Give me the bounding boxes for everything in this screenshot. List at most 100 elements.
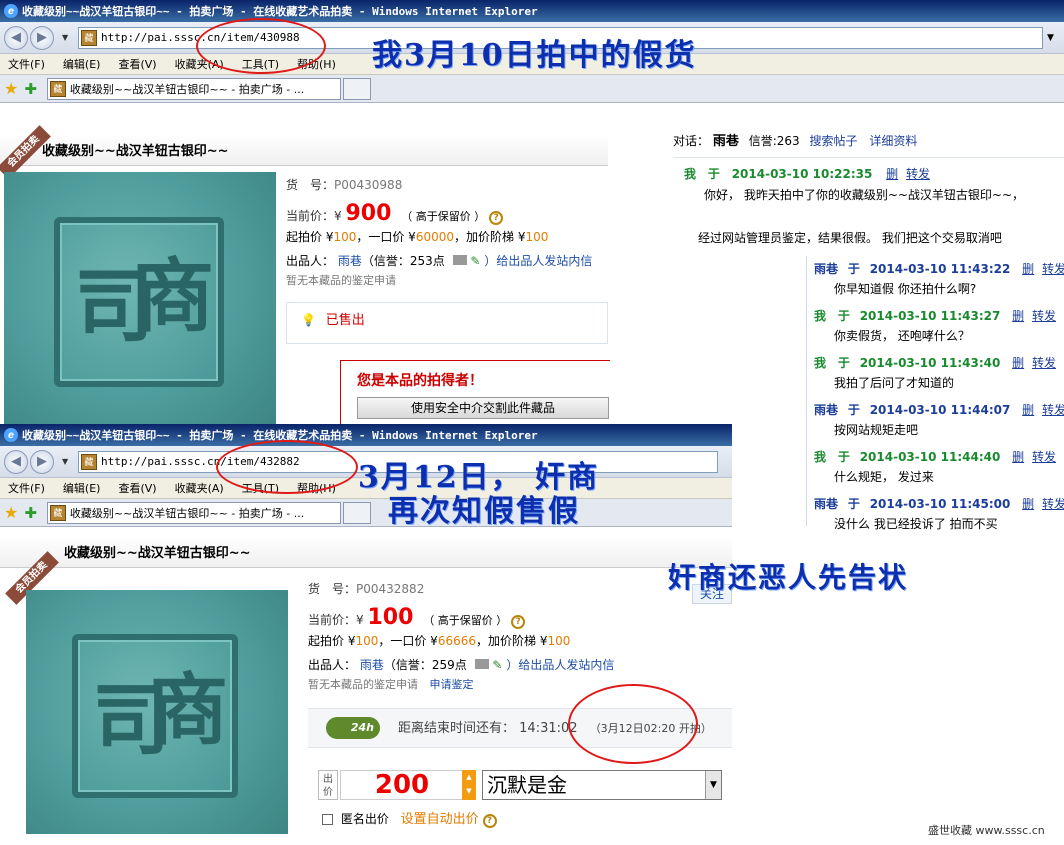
annotation-resell: 再次知假售假 [388, 494, 580, 529]
site-watermark: 盛世收藏 www.sssc.cn [928, 824, 1045, 837]
timer-badge: 24h [350, 721, 374, 734]
seller-credit: （信誉：259点 [383, 658, 467, 672]
menu-file[interactable]: 文件(F) [8, 56, 45, 72]
step-label: ，加价阶梯 ¥ [476, 634, 548, 648]
search-posts-link[interactable]: 搜索帖子 [809, 134, 857, 148]
bid-stepper[interactable]: ▲ ▼ [462, 770, 476, 800]
forward-button[interactable]: ▶ [30, 25, 54, 50]
help-icon[interactable]: ? [482, 814, 497, 828]
page-header-1: 收藏级别~~战汉羊钮古银印~~ [0, 134, 608, 166]
msg-author: 我 [814, 450, 827, 464]
buy-price-label: ，一口价 ¥ [378, 634, 438, 648]
menu-edit[interactable]: 编辑(E) [63, 480, 101, 496]
price-label: 当前价：¥ [286, 209, 342, 223]
new-tab-button[interactable] [342, 501, 371, 524]
msg-text: 我拍了后问了才知道的 [834, 376, 955, 390]
tab-bar: ★ ✚ 藏 收藏级别~~战汉羊钮古银印~~ - 拍卖广场 - ... [0, 499, 732, 527]
bid-amount-input[interactable]: 200 [340, 770, 464, 800]
tab-bar: ★ ✚ 藏 收藏级别~~战汉羊钮古银印~~ - 拍卖广场 - ... [0, 75, 1064, 103]
forward-link[interactable]: 转发 [1032, 356, 1056, 370]
delete-link[interactable]: 删 [1022, 262, 1034, 276]
bid-label: 出价 [318, 770, 338, 800]
favorites-star-icon[interactable]: ★ [4, 503, 18, 522]
msg-text: 什么规矩， 发过来 [834, 470, 934, 484]
current-price: 100 [367, 605, 414, 630]
address-dropdown-icon[interactable]: ▼ [1047, 33, 1054, 43]
auto-bid-link[interactable]: 设置自动出价 [401, 812, 479, 827]
menu-edit[interactable]: 编辑(E) [63, 56, 101, 72]
delete-link[interactable]: 删 [1022, 497, 1034, 511]
help-icon[interactable]: ? [489, 211, 504, 225]
forward-link[interactable]: 转发 [1032, 309, 1056, 323]
start-price-label: 起拍价 ¥ [286, 230, 334, 244]
escrow-button[interactable]: 使用安全中介交割此件藏品 [357, 397, 609, 419]
forward-link[interactable]: 转发 [1042, 262, 1064, 276]
tab-favicon-icon: 藏 [49, 80, 66, 97]
ie-logo-icon: e [4, 428, 18, 442]
page-header-2: 收藏级别~~战汉羊钮古银印~~ [0, 536, 732, 568]
msg-yu: 于 [847, 262, 860, 276]
anonymous-checkbox[interactable] [322, 814, 333, 825]
annotation-fake-item: 我3月10日拍中的假货 [372, 38, 697, 73]
delete-link[interactable]: 删 [1022, 403, 1034, 417]
msg-author: 我 [814, 309, 827, 323]
edit-icon: ✎ [492, 658, 503, 672]
history-dropdown-icon[interactable]: ▼ [62, 33, 72, 42]
start-time-highlight-circle [568, 684, 698, 764]
window-title: 收藏级别~~战汉羊钮古银印~~ - 拍卖广场 - 在线收藏艺术品拍卖 - Win… [22, 5, 538, 18]
delete-link[interactable]: 删 [1012, 450, 1024, 464]
add-favorite-icon[interactable]: ✚ [24, 504, 37, 522]
seller-link[interactable]: 雨巷 [338, 254, 362, 268]
history-dropdown-icon[interactable]: ▼ [62, 457, 72, 466]
price-note: （ 高于保留价 ） [423, 614, 508, 627]
forward-link[interactable]: 转发 [1032, 450, 1056, 464]
menu-file[interactable]: 文件(F) [8, 480, 45, 496]
clock-24h-icon: 24h [326, 717, 380, 739]
start-price-label: 起拍价 ¥ [308, 634, 356, 648]
menu-view[interactable]: 查看(V) [118, 56, 156, 72]
add-favorite-icon[interactable]: ✚ [24, 80, 37, 98]
message-seller-link[interactable]: ）给出品人发站内信 [484, 254, 592, 268]
msg-author: 我 [814, 356, 827, 370]
msg-yu: 于 [707, 167, 720, 181]
delete-link[interactable]: 删 [886, 167, 898, 181]
chat-partner-name[interactable]: 雨巷 [713, 134, 739, 149]
buy-price: 60000 [415, 230, 454, 244]
forward-link[interactable]: 转发 [906, 167, 930, 181]
menu-favorites[interactable]: 收藏夹(A) [175, 480, 224, 496]
forward-link[interactable]: 转发 [1042, 497, 1064, 511]
tab-auction[interactable]: 藏 收藏级别~~战汉羊钮古银印~~ - 拍卖广场 - ... [46, 77, 341, 100]
msg-text: 你卖假货， 还咆哮什么？ [834, 329, 970, 343]
help-icon[interactable]: ? [511, 615, 526, 629]
delete-link[interactable]: 删 [1012, 309, 1024, 323]
winner-box: 您是本品的拍得者！ 使用安全中介交割此件藏品 [340, 360, 610, 430]
back-button[interactable]: ◀ [4, 25, 28, 50]
msg-time: 2014-03-10 11:43:40 [859, 356, 1001, 370]
detail-link[interactable]: 详细资料 [869, 134, 917, 148]
seller-link[interactable]: 雨巷 [360, 658, 384, 672]
chat-message: 我 于 2014-03-10 11:44:40 删 转发 什么规矩， 发过来 [814, 448, 1056, 485]
url-highlight-circle [216, 440, 358, 494]
request-appraisal-link[interactable]: 申请鉴定 [430, 678, 474, 691]
favorites-star-icon[interactable]: ★ [4, 79, 18, 98]
message-seller-link[interactable]: ）给出品人发站内信 [506, 658, 614, 672]
tab-auction[interactable]: 藏 收藏级别~~战汉羊钮古银印~~ - 拍卖广场 - ... [46, 501, 341, 524]
chat-credit: 信誉:263 [748, 134, 800, 148]
msg-time: 2014-03-10 10:22:35 [731, 167, 873, 181]
item-photo-1: 司 商 [4, 172, 276, 424]
chat-message: 我 于 2014-03-10 10:22:35 删 转发 你好， 我昨天拍中了你… [684, 165, 1064, 203]
seller-credit: （信誉：253点 [361, 254, 445, 268]
msg-text: 按网站规矩走吧 [834, 423, 919, 437]
new-tab-button[interactable] [342, 77, 371, 100]
forward-link[interactable]: 转发 [1042, 403, 1064, 417]
window-title-bar: e 收藏级别~~战汉羊钮古银印~~ - 拍卖广场 - 在线收藏艺术品拍卖 - W… [0, 424, 732, 446]
msg-time: 2014-03-10 11:44:07 [869, 403, 1011, 417]
dropdown-arrow-icon[interactable]: ▼ [705, 771, 721, 799]
back-button[interactable]: ◀ [4, 449, 28, 474]
bid-message-select[interactable]: 沉默是金 ▼ [482, 770, 722, 800]
menu-view[interactable]: 查看(V) [118, 480, 156, 496]
forward-button[interactable]: ▶ [30, 449, 54, 474]
bid-row: 出价 200 ▲ ▼ 沉默是金 ▼ [318, 768, 732, 802]
delete-link[interactable]: 删 [1012, 356, 1024, 370]
tab-label: 收藏级别~~战汉羊钮古银印~~ - 拍卖广场 - ... [69, 506, 305, 520]
